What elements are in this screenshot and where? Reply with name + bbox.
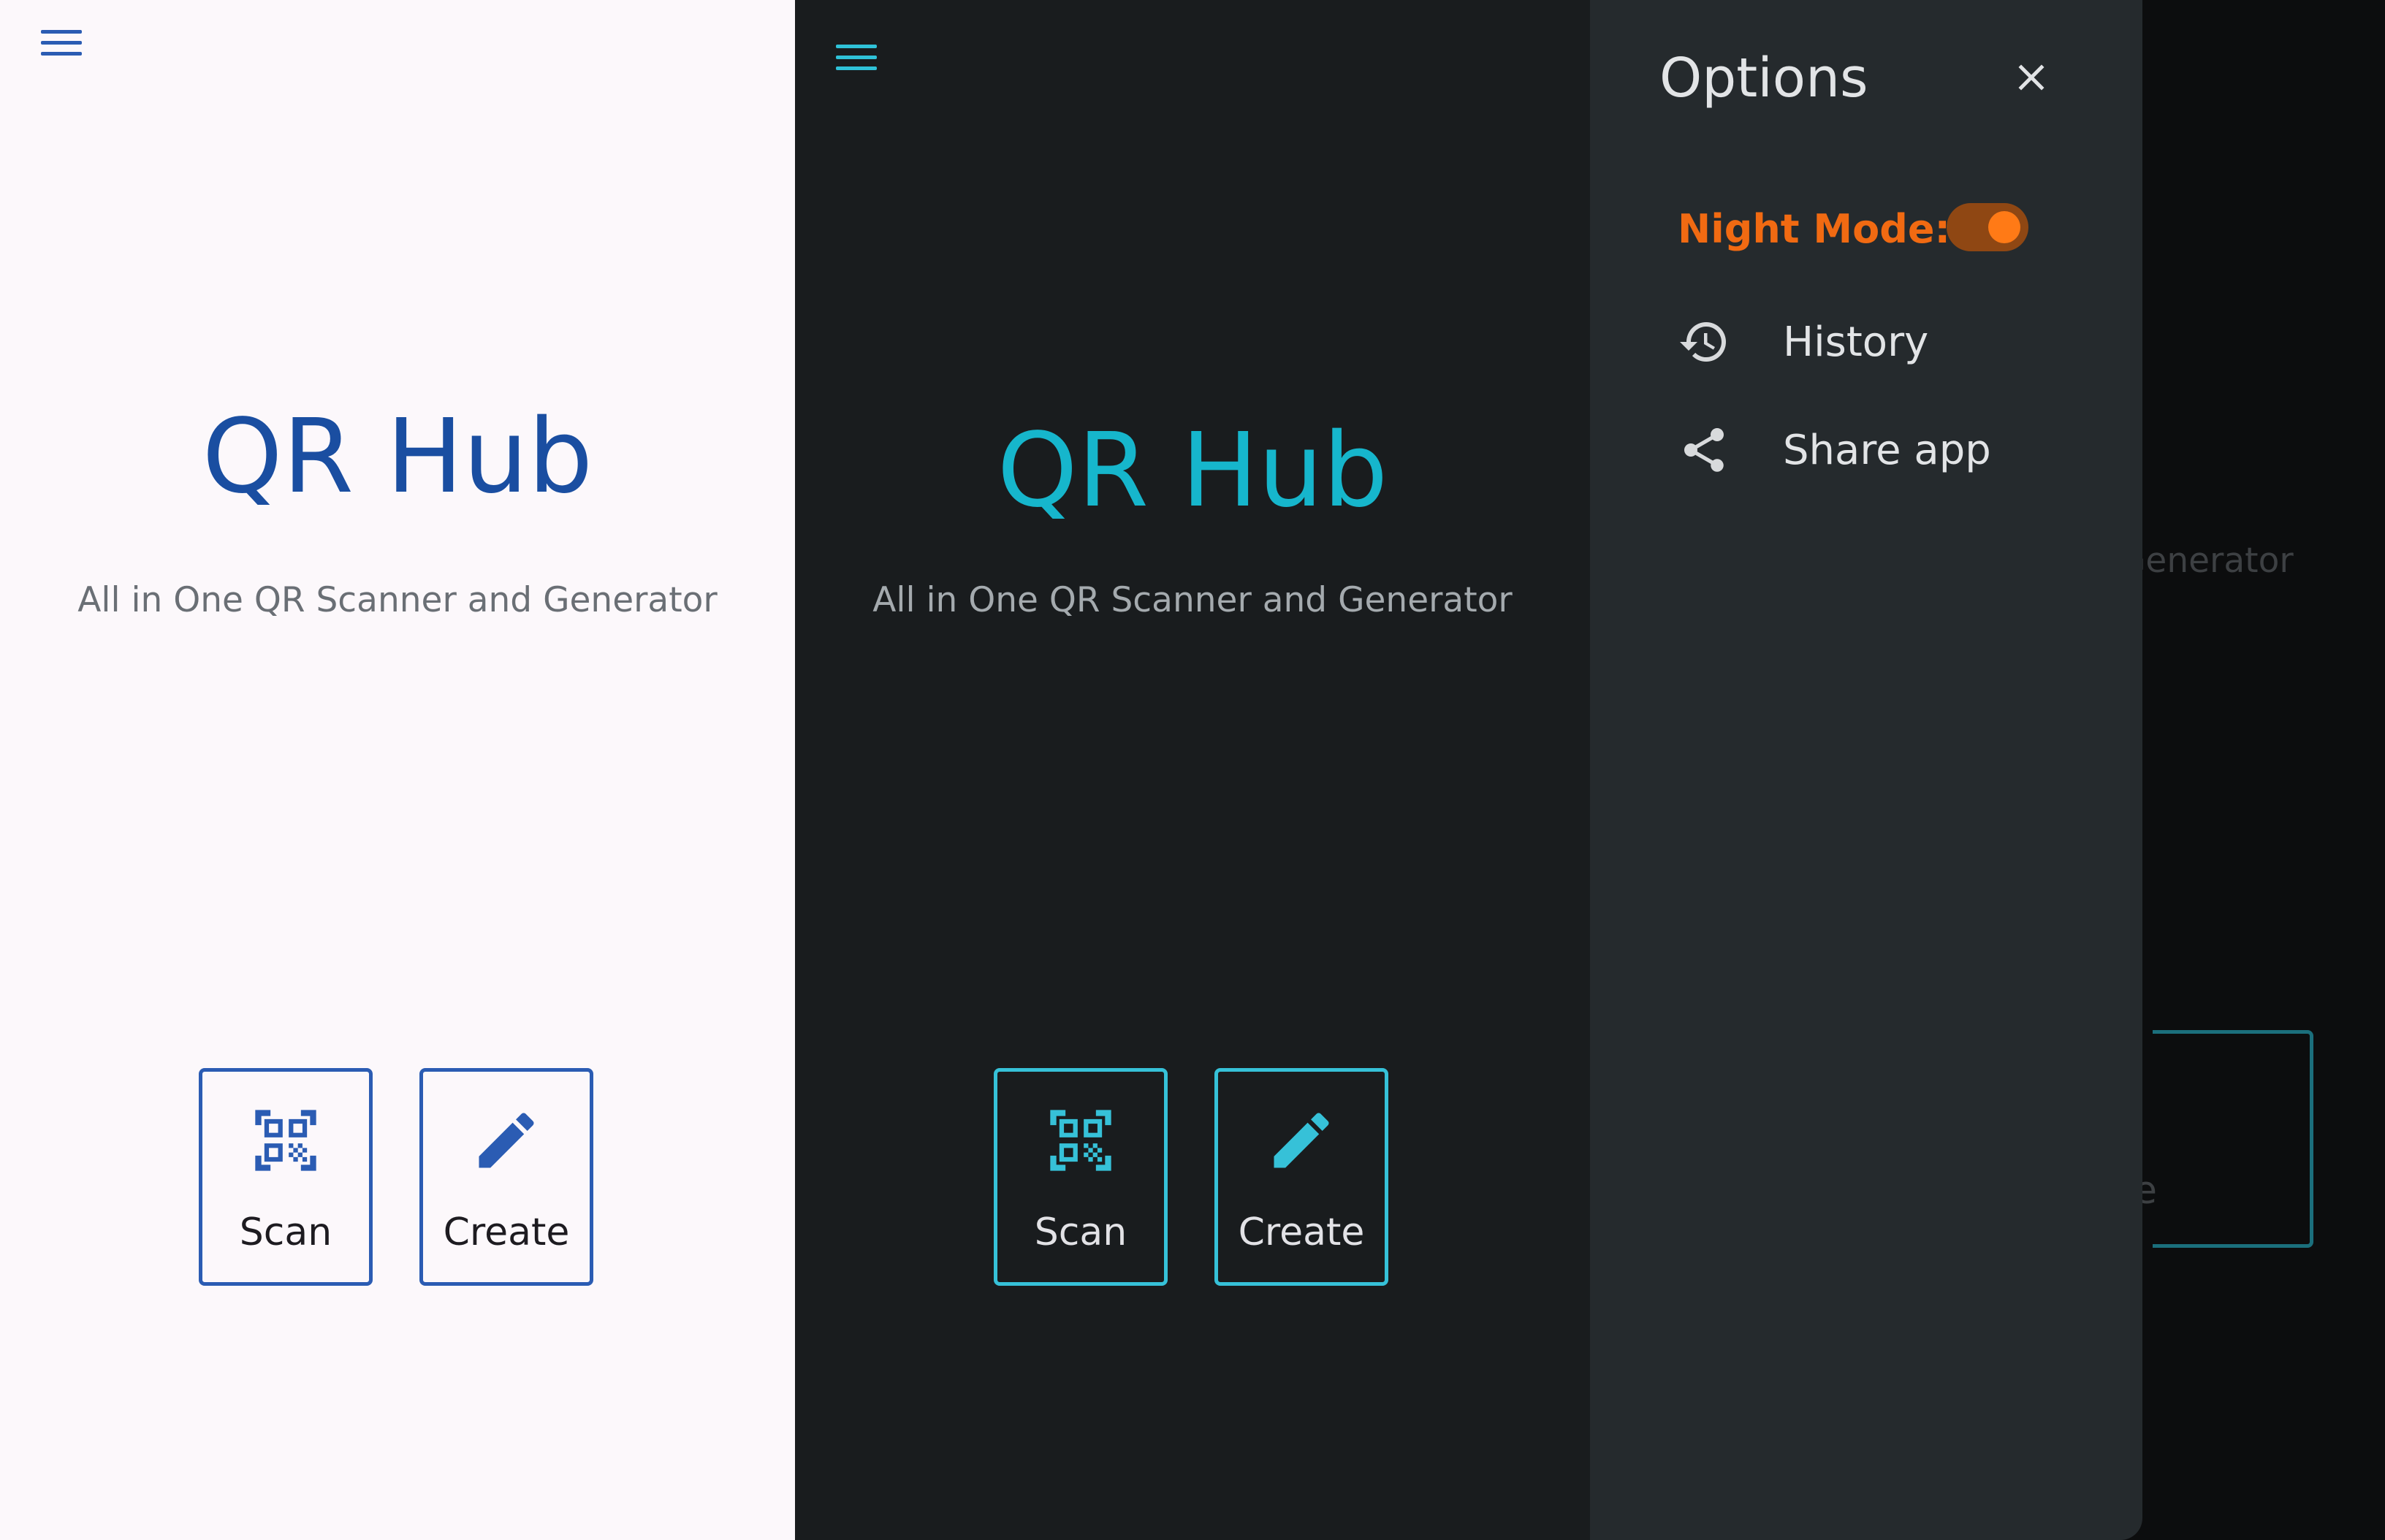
- create-label: Create: [443, 1211, 570, 1254]
- history-icon: [1680, 322, 1726, 362]
- app-title: QR Hub: [202, 397, 593, 516]
- home-screen-light: QR Hub All in One QR Scanner and Generat…: [0, 0, 795, 1540]
- app-subtitle: All in One QR Scanner and Generator: [872, 580, 1513, 620]
- pencil-icon: [423, 1104, 590, 1177]
- close-icon: [2018, 64, 2044, 91]
- options-drawer-screen: Generator e Options Night Mode: History …: [1590, 0, 2385, 1540]
- close-button[interactable]: [1996, 42, 2066, 113]
- menu-item-history-label: History: [1783, 319, 1929, 366]
- menu-item-history[interactable]: History: [1678, 305, 2087, 378]
- toggle-knob: [1988, 211, 2020, 243]
- menu-icon[interactable]: [836, 42, 877, 75]
- create-button[interactable]: Create: [1214, 1068, 1388, 1286]
- share-icon: [1684, 428, 1724, 472]
- night-mode-label: Night Mode:: [1678, 206, 1951, 252]
- menu-item-share-app[interactable]: Share app: [1678, 413, 2087, 487]
- scan-button[interactable]: Scan: [994, 1068, 1168, 1286]
- options-drawer: Options Night Mode: History Share app: [1590, 0, 2142, 1540]
- scan-label: Scan: [239, 1211, 332, 1254]
- night-mode-toggle[interactable]: [1947, 203, 2028, 251]
- qr-scan-icon: [997, 1104, 1164, 1177]
- create-button[interactable]: Create: [419, 1068, 593, 1286]
- dimmed-subtitle-fragment: Generator: [2119, 541, 2294, 581]
- night-mode-row: Night Mode:: [1678, 196, 2058, 262]
- scan-label: Scan: [1034, 1211, 1127, 1254]
- home-screen-dark: QR Hub All in One QR Scanner and Generat…: [795, 0, 1590, 1540]
- qr-scan-icon: [202, 1104, 369, 1177]
- app-title: QR Hub: [997, 411, 1388, 530]
- menu-item-share-app-label: Share app: [1783, 427, 1991, 474]
- create-label: Create: [1238, 1211, 1365, 1254]
- scan-button[interactable]: Scan: [199, 1068, 373, 1286]
- app-subtitle: All in One QR Scanner and Generator: [77, 580, 718, 620]
- drawer-title: Options: [1659, 47, 1868, 110]
- pencil-icon: [1218, 1104, 1385, 1177]
- dimmed-create-button: [2153, 1030, 2313, 1248]
- menu-icon[interactable]: [41, 28, 82, 60]
